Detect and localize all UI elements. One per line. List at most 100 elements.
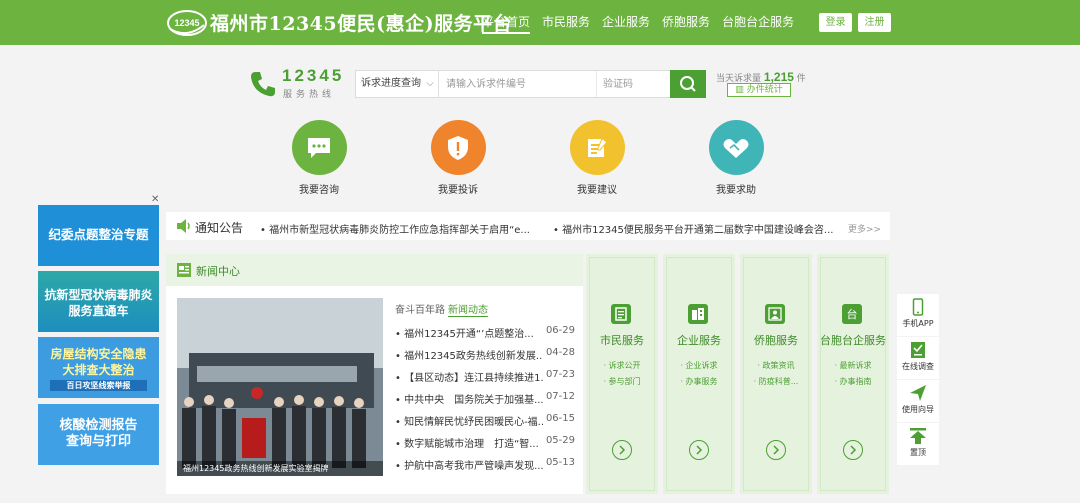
search-type-select[interactable]: 诉求进度查询 ⌵	[356, 71, 439, 97]
notice-text: 福州市12345便民服务平台开通第二届数字中国建设峰会咨...	[562, 225, 834, 236]
banner-text: 服务直通车	[68, 304, 129, 318]
captcha-input[interactable]	[596, 71, 666, 97]
service-card-citizen[interactable]: 市民服务 · 诉求公开 · 参与部门	[586, 254, 658, 494]
service-sub-link[interactable]: · 参与部门	[586, 376, 658, 387]
news-row-date: 07-23	[545, 369, 575, 380]
banner-nucleic[interactable]: 核酸检测报告 查询与打印	[38, 404, 159, 465]
banner-text: 房屋结构安全隐患	[50, 347, 147, 361]
nav-overseas-service[interactable]: 侨胞服务	[662, 13, 710, 34]
news-row-date: 07-12	[545, 391, 575, 402]
nav-home[interactable]: 平台首页	[482, 13, 531, 34]
service-sub-link[interactable]: · 办事指南	[817, 376, 889, 387]
mobile-phone-icon	[912, 298, 924, 316]
tool-label: 使用向导	[902, 405, 934, 414]
today-unit: 件	[796, 74, 806, 84]
tool-mobile-app[interactable]: 手机APP	[897, 294, 939, 336]
chevron-right-icon[interactable]	[689, 440, 709, 460]
news-row-title: • 福州12345政务热线创新发展...	[395, 351, 543, 362]
photo-caption: 福州12345政务热线创新发展实验室揭牌	[177, 461, 383, 476]
register-button[interactable]: 注册	[858, 13, 891, 32]
news-row[interactable]: • 【县区动态】连江县持续推进1... 07-23	[395, 369, 575, 384]
search-button[interactable]	[670, 70, 706, 98]
service-card-overseas[interactable]: 侨胞服务 · 政策资讯 · 防疫科普...	[740, 254, 812, 494]
quick-label: 我要投诉	[438, 185, 478, 196]
service-sub-link[interactable]: · 办事服务	[663, 376, 735, 387]
today-stats: 当天诉求量 1,215 件	[716, 70, 806, 84]
nav-taiwan-service[interactable]: 台胞台企服务	[722, 13, 794, 34]
news-photo[interactable]: 福州12345政务热线创新发展实验室揭牌	[177, 298, 383, 476]
banner-discipline[interactable]: 纪委点题整治专题	[38, 205, 159, 266]
news-row[interactable]: • 数字赋能城市治理 打造“智... 05-29	[395, 435, 575, 450]
banner-covid[interactable]: 抗新型冠状病毒肺炎 服务直通车	[38, 271, 159, 332]
service-title: 企业服务	[677, 334, 721, 347]
banner-housing[interactable]: 房屋结构安全隐患 大排查大整治 百日攻坚线索举报	[38, 337, 159, 398]
chevron-right-icon[interactable]	[612, 440, 632, 460]
logo-icon[interactable]: 12345	[166, 7, 208, 37]
document-icon	[611, 304, 631, 324]
quick-label: 我要建议	[577, 185, 617, 196]
news-tab-centenary[interactable]: 奋斗百年路	[395, 301, 445, 316]
notice-bar: 通知公告 • 福州市新型冠状病毒肺炎防控工作应急指挥部关于启用“e... • 福…	[166, 212, 890, 240]
banner-text: 抗新型冠状病毒肺炎	[44, 288, 153, 302]
stats-button[interactable]: ▥ 办件统计	[727, 83, 791, 97]
news-row[interactable]: • 护航中高考我市严管噪声发现... 05-13	[395, 457, 575, 472]
chevron-right-icon[interactable]	[766, 440, 786, 460]
service-card-taiwan[interactable]: 台 台胞台企服务 · 最新诉求 · 办事指南	[817, 254, 889, 494]
service-sub-link[interactable]: · 企业诉求	[663, 360, 735, 371]
news-row-title: • 数字赋能城市治理 打造“智...	[395, 439, 539, 450]
quick-consult[interactable]: 我要咨询	[279, 120, 359, 196]
search-icon	[680, 76, 696, 92]
news-row-title: • 福州12345开通“’点题整治...	[395, 329, 534, 340]
service-card-enterprise[interactable]: 企业服务 · 企业诉求 · 办事服务	[663, 254, 735, 494]
service-sub-link[interactable]: · 防疫科普...	[740, 376, 812, 387]
nav-enterprise-service[interactable]: 企业服务	[602, 13, 650, 34]
speaker-icon	[177, 219, 190, 233]
news-tab-updates[interactable]: 新闻动态	[448, 301, 488, 317]
notice-more-link[interactable]: 更多>>	[848, 222, 881, 235]
news-row[interactable]: • 福州12345开通“’点题整治... 06-29	[395, 325, 575, 340]
news-row-date: 05-29	[545, 435, 575, 446]
news-row-date: 04-28	[545, 347, 575, 358]
tool-survey[interactable]: 在线调查	[897, 337, 939, 379]
news-photo-image	[177, 298, 383, 476]
tool-guide[interactable]: 使用向导	[897, 380, 939, 422]
news-row[interactable]: • 福州12345政务热线创新发展... 04-28	[395, 347, 575, 362]
taiwan-icon: 台	[842, 304, 862, 324]
quick-suggest[interactable]: 我要建议	[557, 120, 637, 196]
news-row-title: • 中共中央 国务院关于加强基...	[395, 395, 543, 406]
quick-help[interactable]: 我要求助	[696, 120, 776, 196]
case-number-input[interactable]	[446, 71, 586, 97]
shield-icon	[448, 135, 468, 160]
service-sub-link[interactable]: · 政策资讯	[740, 360, 812, 371]
close-icon[interactable]: ✕	[151, 194, 159, 205]
person-icon	[765, 304, 785, 324]
notice-item[interactable]: • 福州市12345便民服务平台开通第二届数字中国建设峰会咨...	[553, 221, 833, 236]
service-sub-link[interactable]: · 最新诉求	[817, 360, 889, 371]
quick-complain[interactable]: 我要投诉	[418, 120, 498, 196]
nav-citizen-service[interactable]: 市民服务	[542, 13, 590, 34]
banner-text: 百日攻坚线索举报	[50, 380, 147, 391]
news-panel: 新闻中心 福州12345政务热线创新发展实验室揭牌 奋斗百年路 新闻动态 • 福…	[166, 254, 583, 494]
login-button[interactable]: 登录	[819, 13, 852, 32]
notice-item[interactable]: • 福州市新型冠状病毒肺炎防控工作应急指挥部关于启用“e...	[260, 221, 530, 236]
service-sub-link[interactable]: · 诉求公开	[586, 360, 658, 371]
news-row[interactable]: • 中共中央 国务院关于加强基... 07-12	[395, 391, 575, 406]
news-row-date: 05-13	[545, 457, 575, 468]
news-row-title: • 知民情解民忧纾民困暖民心-福...	[395, 417, 543, 428]
complain-circle	[430, 120, 486, 175]
handshake-icon	[723, 138, 749, 158]
chevron-right-icon[interactable]	[843, 440, 863, 460]
banner-text: 查询与打印	[65, 434, 131, 449]
news-row-title: • 【县区动态】连江县持续推进1...	[395, 373, 543, 384]
banner-text: 核酸检测报告	[59, 418, 138, 433]
help-circle	[708, 120, 764, 175]
arrow-up-icon	[910, 428, 926, 444]
news-row[interactable]: • 知民情解民忧纾民困暖民心-福... 06-15	[395, 413, 575, 428]
stats-button-label: 办件统计	[746, 85, 783, 95]
service-title: 侨胞服务	[754, 334, 798, 347]
tool-back-to-top[interactable]: 置顶	[897, 423, 939, 465]
news-row-date: 06-29	[545, 325, 575, 336]
notice-text: 福州市新型冠状病毒肺炎防控工作应急指挥部关于启用“e...	[269, 225, 530, 236]
quick-label: 我要求助	[716, 185, 756, 196]
banner-text: 纪委点题整治专题	[48, 227, 149, 242]
